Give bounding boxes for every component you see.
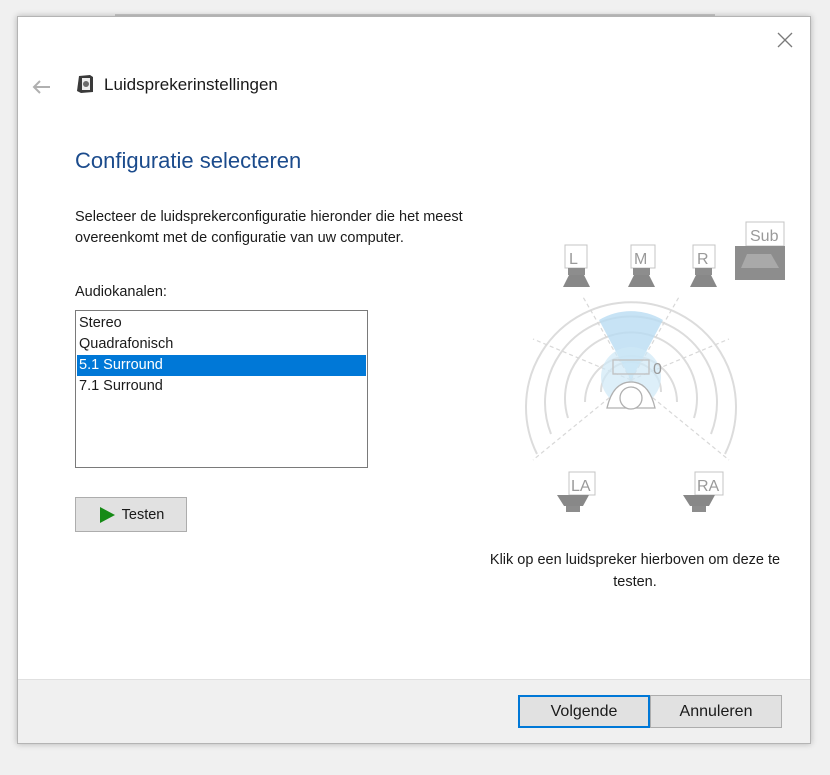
channel-option-5-1-surround[interactable]: 5.1 Surround xyxy=(77,355,366,376)
svg-text:RA: RA xyxy=(697,478,720,495)
dialog-footer: Volgende Annuleren xyxy=(18,679,810,743)
svg-text:R: R xyxy=(697,251,709,268)
page-heading: Configuratie selecteren xyxy=(75,148,302,173)
window-title: Luidsprekerinstellingen xyxy=(104,75,278,94)
svg-text:L: L xyxy=(569,251,578,268)
close-icon xyxy=(777,32,793,48)
test-button-label: Testen xyxy=(121,506,165,523)
speaker-front-right[interactable]: R xyxy=(690,244,717,287)
channels-label: Audiokanalen: xyxy=(75,284,167,300)
channel-option-7-1-surround[interactable]: 7.1 Surround xyxy=(77,376,366,397)
channel-option-quadrafonisch[interactable]: Quadrafonisch xyxy=(77,334,366,355)
page-description: Selecteer de luidsprekerconfiguratie hie… xyxy=(75,209,463,246)
speaker-app-icon xyxy=(76,74,94,94)
cancel-button[interactable]: Annuleren xyxy=(650,695,782,728)
back-arrow-icon xyxy=(32,80,50,94)
svg-text:M: M xyxy=(634,251,647,268)
speaker-rear-right[interactable]: RA xyxy=(683,471,724,512)
audio-channels-listbox[interactable]: Stereo Quadrafonisch 5.1 Surround 7.1 Su… xyxy=(75,310,368,468)
speaker-subwoofer[interactable]: Sub xyxy=(735,221,785,280)
back-button[interactable] xyxy=(30,75,54,99)
speaker-diagram: 0 L M R Sub LA RA xyxy=(503,202,798,512)
test-hint-text: Klik op een luidspreker hierboven om dez… xyxy=(489,552,781,590)
close-button[interactable] xyxy=(772,27,798,53)
svg-text:Sub: Sub xyxy=(750,228,779,245)
speaker-rear-left[interactable]: LA xyxy=(557,471,596,512)
svg-text:LA: LA xyxy=(571,478,591,495)
test-button[interactable]: Testen xyxy=(75,497,187,532)
speaker-setup-dialog: Luidsprekerinstellingen Configuratie sel… xyxy=(17,16,811,744)
speaker-front-left[interactable]: L xyxy=(563,244,590,287)
channel-option-stereo[interactable]: Stereo xyxy=(77,313,366,334)
svg-text:0: 0 xyxy=(653,361,662,378)
play-icon xyxy=(99,506,115,523)
speaker-center[interactable]: M xyxy=(628,244,656,287)
next-button[interactable]: Volgende xyxy=(518,695,650,728)
